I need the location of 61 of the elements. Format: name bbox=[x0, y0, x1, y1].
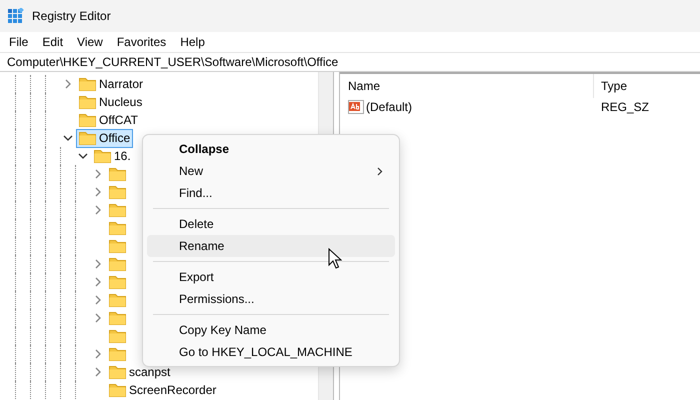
menu-item[interactable]: Delete bbox=[147, 213, 395, 235]
folder-icon bbox=[109, 365, 126, 379]
menu-item[interactable]: Collapse bbox=[147, 138, 395, 160]
menu-item[interactable]: Help bbox=[173, 35, 212, 49]
folder-icon bbox=[109, 275, 126, 289]
chevron-right-icon[interactable] bbox=[94, 169, 102, 179]
tree-item[interactable]: ScreenRecorder bbox=[106, 380, 220, 400]
chevron-right-icon[interactable] bbox=[94, 259, 102, 269]
tree-item[interactable]: scanpst bbox=[106, 362, 174, 382]
string-value-icon bbox=[348, 100, 364, 114]
chevron-right-icon[interactable] bbox=[94, 313, 102, 323]
folder-icon bbox=[79, 95, 96, 109]
menu-item[interactable]: Go to HKEY_LOCAL_MACHINE bbox=[147, 341, 395, 363]
menu-item[interactable]: Permissions... bbox=[147, 288, 395, 310]
window-title: Registry Editor bbox=[32, 9, 111, 23]
chevron-right-icon[interactable] bbox=[94, 277, 102, 287]
folder-icon bbox=[79, 131, 96, 145]
chevron-right-icon[interactable] bbox=[94, 349, 102, 359]
table-cell-text: REG_SZ bbox=[600, 100, 650, 114]
menu-item[interactable]: New bbox=[147, 160, 395, 182]
tree-item[interactable]: OffCAT bbox=[76, 110, 141, 130]
registry-icon bbox=[8, 8, 24, 24]
table-cell: (Default) bbox=[366, 100, 412, 114]
tree-item[interactable]: Office bbox=[76, 128, 134, 148]
folder-icon bbox=[79, 77, 96, 91]
folder-icon bbox=[109, 257, 126, 271]
folder-icon bbox=[109, 293, 126, 307]
menu-item[interactable]: View bbox=[70, 35, 110, 49]
chevron-right-icon[interactable] bbox=[94, 205, 102, 215]
chevron-right-icon[interactable] bbox=[64, 79, 72, 89]
chevron-right-icon[interactable] bbox=[94, 295, 102, 305]
chevron-right-icon bbox=[377, 166, 383, 176]
folder-icon bbox=[94, 149, 111, 163]
mouse-cursor-icon bbox=[328, 248, 342, 269]
chevron-down-icon[interactable] bbox=[63, 134, 73, 142]
column-header[interactable]: Type bbox=[594, 79, 628, 93]
menu-item[interactable]: Favorites bbox=[110, 35, 174, 49]
tree-item[interactable]: Nucleus bbox=[76, 92, 146, 112]
folder-icon bbox=[109, 221, 126, 235]
folder-icon bbox=[109, 185, 126, 199]
chevron-down-icon[interactable] bbox=[78, 152, 88, 160]
menu-item[interactable]: Export bbox=[147, 266, 395, 288]
menu-item[interactable]: File bbox=[2, 35, 36, 49]
menu-item[interactable]: Rename bbox=[147, 235, 395, 257]
chevron-right-icon[interactable] bbox=[94, 187, 102, 197]
tree-item[interactable]: Narrator bbox=[76, 74, 146, 94]
chevron-right-icon[interactable] bbox=[94, 367, 102, 377]
folder-icon bbox=[79, 113, 96, 127]
column-header[interactable]: Name bbox=[348, 79, 380, 93]
menu-item[interactable]: Edit bbox=[35, 35, 70, 49]
folder-icon bbox=[109, 329, 126, 343]
folder-icon bbox=[109, 167, 126, 181]
folder-icon bbox=[109, 203, 126, 217]
tree-item[interactable]: 16. bbox=[91, 146, 134, 166]
folder-icon bbox=[109, 311, 126, 325]
menu-item[interactable]: Copy Key Name bbox=[147, 319, 395, 341]
folder-icon bbox=[109, 383, 126, 397]
menu-item[interactable]: Find... bbox=[147, 182, 395, 204]
address-bar[interactable]: Computer\HKEY_CURRENT_USER\Software\Microsoft\Office bbox=[7, 55, 338, 69]
folder-icon bbox=[109, 239, 126, 253]
folder-icon bbox=[109, 347, 126, 361]
